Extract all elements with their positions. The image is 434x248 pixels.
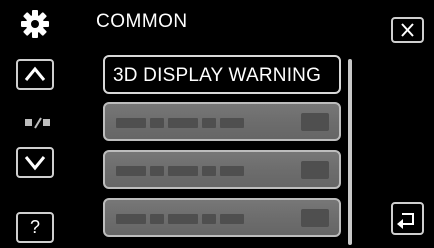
scroll-down-button[interactable]: [16, 147, 54, 178]
page-indicator-icon: [25, 117, 50, 129]
menu-item[interactable]: [103, 102, 341, 141]
item-icon: [301, 113, 329, 131]
menu-item[interactable]: [103, 150, 341, 189]
gear-icon: [21, 10, 49, 38]
page-title: COMMON: [96, 11, 188, 32]
back-button[interactable]: [391, 202, 424, 235]
chevron-down-icon: [24, 156, 46, 171]
scroll-up-button[interactable]: [16, 59, 54, 90]
chevron-up-icon: [24, 66, 46, 81]
item-icon: [301, 209, 329, 227]
menu-item-label: 3D DISPLAY WARNING: [113, 65, 322, 86]
placeholder-text: [116, 214, 244, 224]
back-arrow-icon: [397, 213, 414, 229]
item-icon: [301, 161, 329, 179]
close-icon: [401, 23, 414, 37]
help-label: ?: [29, 217, 40, 237]
placeholder-text: [116, 118, 244, 128]
menu-item[interactable]: [103, 198, 341, 237]
placeholder-text: [116, 166, 244, 176]
scrollbar[interactable]: [348, 59, 352, 245]
help-button[interactable]: ?: [16, 212, 54, 243]
close-button[interactable]: [391, 17, 424, 43]
menu-item-3d-display-warning[interactable]: 3D DISPLAY WARNING: [103, 55, 341, 94]
